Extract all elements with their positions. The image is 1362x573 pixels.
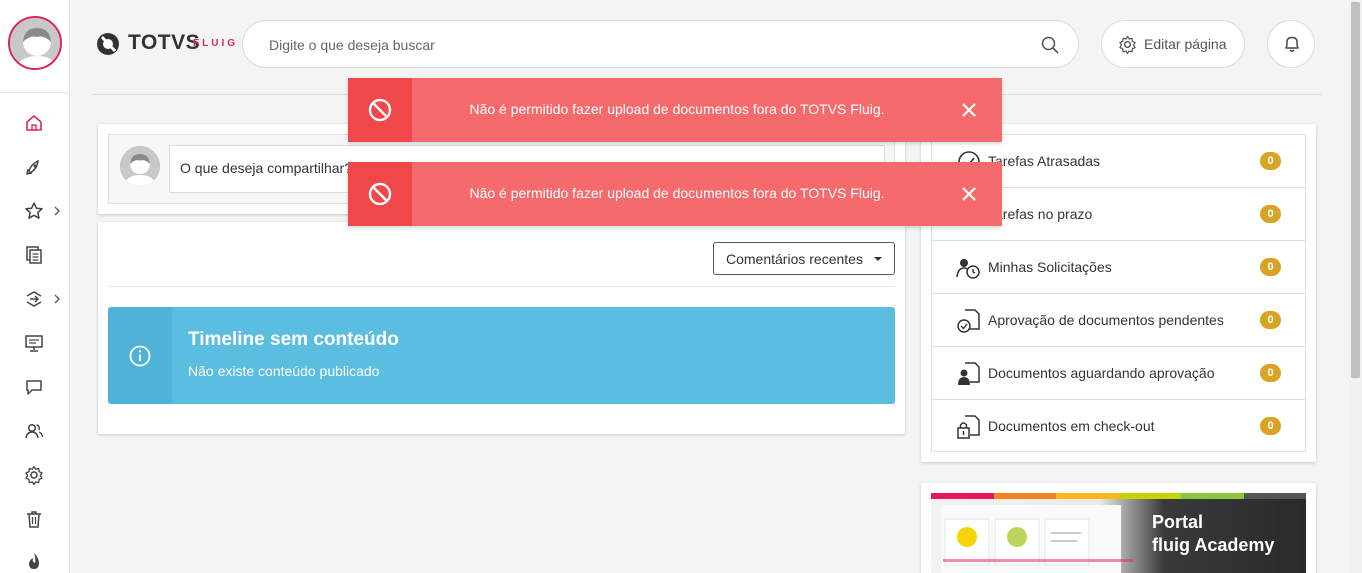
sidebar-item-workflow[interactable] [0,284,70,314]
sidebar-item-trash[interactable] [0,504,70,534]
caret-down-icon [874,257,882,261]
workflow-icon [26,291,42,307]
task-label: Minhas Solicitações [988,259,1112,275]
document-check-icon [957,309,980,333]
comments-sort-dropdown[interactable]: Comentários recentes [713,242,895,275]
page-scrollbar[interactable] [1349,0,1362,573]
task-pending-document-approval[interactable]: Aprovação de documentos pendentes 0 [932,294,1305,347]
sidebar-item-users[interactable] [0,416,70,446]
academy-title-line1: Portal [1152,512,1204,532]
sidebar-item-trending[interactable] [0,546,70,573]
task-label: Tarefas Atrasadas [988,153,1101,169]
sidebar-item-presentations[interactable] [0,328,70,358]
chevron-right-icon [54,294,60,304]
sidebar-item-settings[interactable] [0,460,70,490]
sidebar-item-getting-started[interactable] [0,152,70,182]
academy-banner-card: Portal fluig Academy [921,483,1316,573]
users-icon [25,423,44,439]
user-avatar-icon [10,18,60,68]
toast-icon-area [348,78,412,142]
edit-page-label: Editar página [1144,36,1227,52]
task-my-requests[interactable]: Minhas Solicitações 0 [932,241,1305,294]
task-count-badge: 0 [1260,417,1281,435]
composer-avatar [120,146,160,186]
bell-icon [1285,36,1299,52]
sidebar [0,0,70,573]
document-lock-icon [957,415,980,439]
notifications-button[interactable] [1267,20,1315,68]
task-count-badge: 0 [1260,311,1281,329]
search-input[interactable] [269,33,1029,57]
close-icon[interactable] [960,185,978,203]
info-alert-side [108,307,172,404]
toast-message: Não é permitido fazer upload de document… [469,101,885,117]
banner-screenshot-illustration [941,505,1133,573]
task-label: Aprovação de documentos pendentes [988,312,1224,328]
toast-icon-area [348,162,412,226]
user-clock-icon [956,259,980,279]
sidebar-item-documents[interactable] [0,240,70,270]
info-icon [129,345,151,367]
timeline-empty-title: Timeline sem conteúdo [188,329,399,350]
sidebar-item-favorites[interactable] [0,196,70,226]
documents-icon [26,246,42,264]
error-toast: Não é permitido fazer upload de document… [348,78,1002,142]
scrollbar-thumb[interactable] [1351,2,1360,378]
error-toast: Não é permitido fazer upload de document… [348,162,1002,226]
task-label: Tarefas no prazo [988,206,1093,222]
sidebar-item-messages[interactable] [0,372,70,402]
timeline-divider [108,286,895,287]
academy-title-line2: fluig Academy [1152,535,1275,555]
task-count-badge: 0 [1260,258,1281,276]
gear-icon [25,465,43,485]
sidebar-divider [0,92,70,93]
fluig-academy-banner[interactable]: Portal fluig Academy [931,493,1306,573]
toast-message: Não é permitido fazer upload de document… [469,185,885,201]
timeline-card: Comentários recentes Timeline sem conteú… [98,222,905,434]
task-documents-checked-out[interactable]: Documentos em check-out 0 [932,400,1305,453]
user-avatar-icon [120,146,160,186]
task-label: Documentos em check-out [988,418,1155,434]
sidebar-item-home[interactable] [0,108,70,138]
rocket-icon [26,159,39,175]
task-count-badge: 0 [1260,205,1281,223]
comments-sort-label: Comentários recentes [726,251,863,267]
home-icon [26,115,42,131]
gear-icon [1119,35,1136,54]
document-user-icon [958,362,980,385]
ban-icon [368,98,392,122]
task-documents-awaiting-approval[interactable]: Documentos aguardando aprovação 0 [932,347,1305,400]
ban-icon [368,182,392,206]
chat-icon [26,380,42,395]
search-bar[interactable] [242,20,1079,68]
logo-text: TOTVS [128,31,201,54]
logo-subtext: FLUIG [193,38,238,49]
trash-icon [27,511,41,528]
task-count-badge: 0 [1260,152,1281,170]
timeline-empty-alert: Timeline sem conteúdo Não existe conteúd… [108,307,895,404]
flame-icon [29,553,39,569]
search-icon[interactable] [1040,35,1060,55]
close-icon[interactable] [960,101,978,119]
presentation-icon [25,335,43,352]
user-avatar[interactable] [8,16,62,70]
timeline-empty-text: Não existe conteúdo publicado [188,363,380,379]
chevron-right-icon [54,206,60,216]
edit-page-button[interactable]: Editar página [1101,20,1245,68]
task-count-badge: 0 [1260,364,1281,382]
task-label: Documentos aguardando aprovação [988,365,1215,381]
star-icon [25,202,43,219]
totvs-fluig-logo[interactable]: TOTVS FLUIG [96,29,241,59]
